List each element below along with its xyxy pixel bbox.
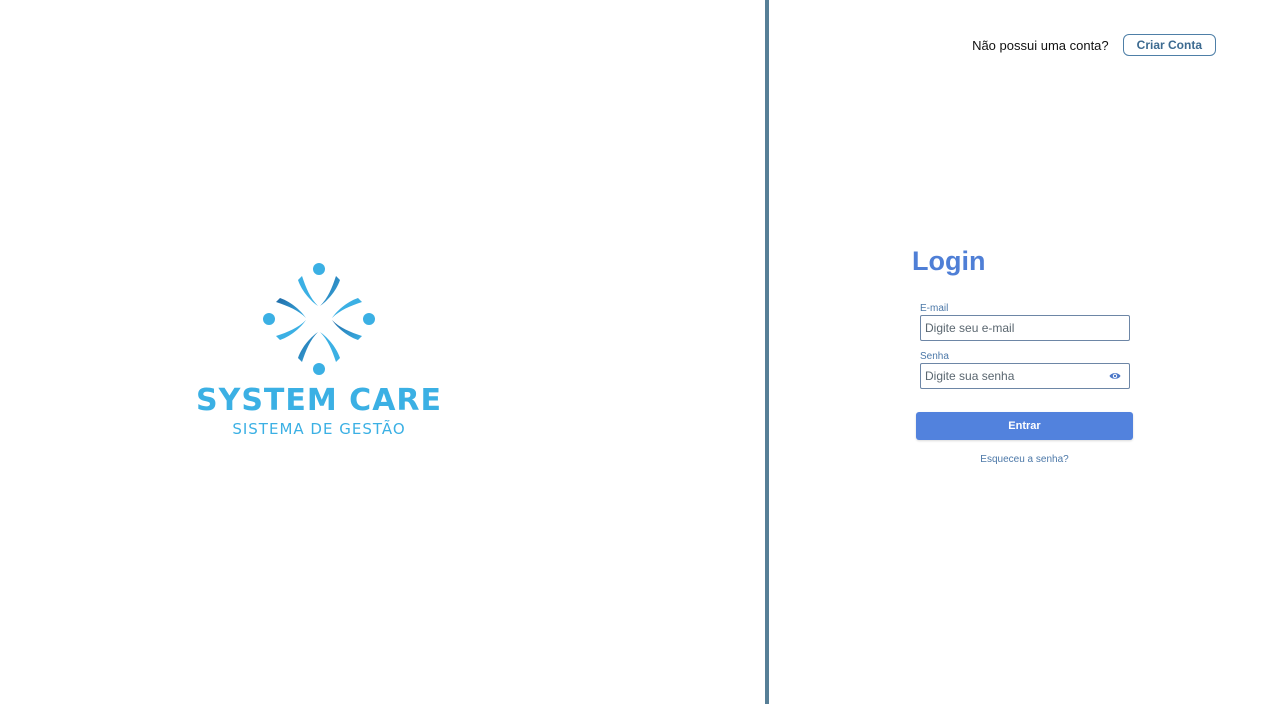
signup-row: Não possui uma conta? Criar Conta bbox=[972, 34, 1216, 56]
email-label: E-mail bbox=[920, 303, 949, 314]
forgot-password-link[interactable]: Esqueceu a senha? bbox=[916, 453, 1133, 467]
login-page: SYSTEM CARE SISTEMA DE GESTÃO Não possui… bbox=[0, 0, 1279, 713]
password-field[interactable] bbox=[921, 364, 1129, 388]
brand-name: SYSTEM CARE bbox=[195, 383, 443, 418]
brand-tagline: SISTEMA DE GESTÃO bbox=[232, 420, 406, 438]
email-field[interactable] bbox=[921, 316, 1129, 340]
login-button[interactable]: Entrar bbox=[916, 412, 1133, 440]
login-panel: Não possui uma conta? Criar Conta Login … bbox=[769, 0, 1279, 713]
create-account-button[interactable]: Criar Conta bbox=[1122, 34, 1216, 56]
brand-panel: SYSTEM CARE SISTEMA DE GESTÃO bbox=[0, 0, 766, 713]
email-field-wrapper bbox=[920, 315, 1130, 341]
people-circle-logo bbox=[263, 263, 375, 375]
page-title: Login bbox=[912, 246, 986, 276]
password-field-wrapper bbox=[920, 363, 1130, 389]
password-label: Senha bbox=[920, 351, 949, 362]
signup-prompt: Não possui uma conta? bbox=[972, 37, 1109, 53]
eye-icon[interactable] bbox=[1109, 371, 1121, 381]
